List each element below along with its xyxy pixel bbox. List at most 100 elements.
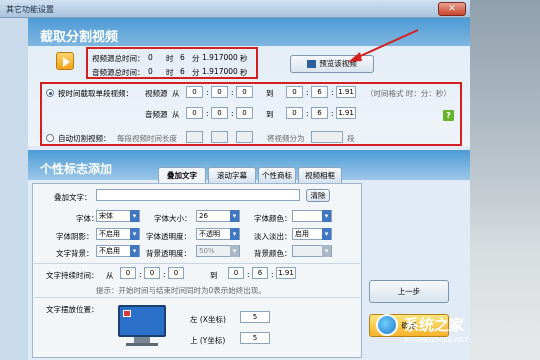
close-button[interactable]: ✕ (438, 2, 466, 16)
audio-total-minutes-unit: 分 (192, 68, 200, 77)
audio-to-label: 到 (266, 110, 274, 119)
position-label: 文字摆放位置： (46, 305, 99, 314)
top-coord-input[interactable]: 5 (240, 332, 270, 344)
logo-header: 个性标志添加 (40, 162, 113, 176)
overlay-text-input[interactable] (96, 189, 300, 201)
top-coord-label: 上 (Y坐标) (190, 336, 226, 345)
font-size-select[interactable]: 26 (196, 210, 240, 222)
duration-from-second[interactable]: 0 (168, 267, 184, 279)
film-icon (307, 60, 317, 68)
desktop-background-right (470, 0, 540, 360)
fade-select[interactable]: 启用 (292, 228, 332, 240)
video-total-seconds-unit: 秒 (240, 54, 248, 63)
window-title: 其它功能设置 (6, 5, 54, 14)
watermark-logo-icon (376, 314, 398, 336)
duration-label: 文字持续时间： (46, 271, 99, 280)
split-count-unit: 段 (347, 134, 355, 143)
video-from-second[interactable]: 0 (236, 86, 253, 98)
video-to-minute[interactable]: 6 (311, 86, 328, 98)
duration-to-second[interactable]: 1.91 (276, 267, 296, 279)
font-color-picker[interactable] (292, 210, 332, 222)
split-count-label: 将视频分为 (267, 134, 305, 143)
bg-label: 文字背景： (56, 249, 94, 258)
bg-color-picker[interactable] (292, 245, 332, 257)
audio-total-hours: 0 (148, 67, 153, 76)
audio-total-seconds: 1.917000 (202, 67, 238, 76)
audio-total-seconds-unit: 秒 (240, 68, 248, 77)
tab-overlay-text[interactable]: 叠加文字 (158, 167, 206, 183)
left-coord-input[interactable]: 5 (240, 311, 270, 323)
text-position-marker (123, 310, 131, 317)
video-total-minutes-unit: 分 (192, 54, 200, 63)
split-header: 截取分割视频 (40, 30, 119, 45)
video-total-hours-unit: 时 (166, 54, 174, 63)
clear-button[interactable]: 清除 (306, 189, 330, 202)
tab-custom-logo[interactable]: 个性商标 (258, 167, 296, 183)
duration-from-hour[interactable]: 0 (120, 267, 136, 279)
video-total-seconds: 1.917000 (202, 53, 238, 62)
overlay-text-label: 叠加文字： (54, 193, 92, 202)
bg-opacity-label: 背景透明度： (146, 249, 191, 258)
mode-time-label: 按时间截取单段视频： (58, 89, 133, 98)
video-to-hour[interactable]: 0 (286, 86, 303, 98)
audio-total-hours-unit: 时 (166, 68, 174, 77)
bg-color-label: 背景颜色： (254, 249, 292, 258)
segment-length-minute[interactable] (211, 131, 228, 143)
audio-from-label: 从 (172, 110, 180, 119)
font-color-label: 字体颜色： (254, 214, 292, 223)
duration-from-minute[interactable]: 0 (144, 267, 160, 279)
duration-to-hour[interactable]: 0 (228, 267, 244, 279)
video-total-minutes: 6 (180, 53, 185, 62)
video-from-minute[interactable]: 0 (211, 86, 228, 98)
left-coord-label: 左 (X坐标) (190, 315, 226, 324)
watermark-url: XITONGZHIJIA.NET (404, 336, 469, 344)
opacity-label: 字体透明度： (146, 232, 191, 241)
watermark: 系统之家 XITONGZHIJIA.NET (376, 312, 526, 352)
watermark-brand: 系统之家 (404, 316, 465, 334)
annotation-arrow (348, 29, 419, 62)
audio-to-minute[interactable]: 6 (311, 107, 328, 119)
video-from-label: 从 (172, 89, 180, 98)
audio-to-second[interactable]: 1.91 (336, 107, 356, 119)
mode-auto-label: 自动切割视频： (58, 134, 111, 143)
duration-to-minute[interactable]: 6 (252, 267, 268, 279)
video-to-second[interactable]: 1.91 (336, 86, 356, 98)
time-format-hint: （时间格式 时：分：秒） (366, 89, 451, 98)
audio-to-hour[interactable]: 0 (286, 107, 303, 119)
audio-from-minute[interactable]: 0 (211, 107, 228, 119)
bg-opacity-select[interactable]: 50% (196, 245, 240, 257)
segment-length-second[interactable] (236, 131, 253, 143)
fade-label: 淡入淡出： (254, 232, 292, 241)
opacity-select[interactable]: 不透明 (196, 228, 240, 240)
audio-from-second[interactable]: 0 (236, 107, 253, 119)
monitor-icon (118, 305, 166, 337)
audio-total-minutes: 6 (180, 67, 185, 76)
title-bar: 其它功能设置 ✕ (0, 0, 470, 18)
duration-from-label: 从 (106, 271, 114, 280)
mode-time-radio[interactable] (46, 89, 54, 97)
shadow-label: 字体阴影： (56, 232, 94, 241)
audio-from-hour[interactable]: 0 (186, 107, 203, 119)
split-count-input[interactable] (311, 131, 343, 143)
video-to-label: 到 (266, 89, 274, 98)
video-total-hours: 0 (148, 53, 153, 62)
segment-length-hour[interactable] (186, 131, 203, 143)
video-from-hour[interactable]: 0 (186, 86, 203, 98)
video-total-label: 视频源总时间： (92, 54, 145, 63)
video-src-label: 视频源 (145, 89, 168, 98)
position-preview[interactable] (118, 305, 166, 347)
audio-total-label: 音频源总时间： (92, 68, 145, 77)
shadow-select[interactable]: 不启用 (96, 228, 140, 240)
font-select[interactable]: 宋体 (96, 210, 140, 222)
prev-step-button[interactable]: 上一步 (369, 280, 449, 303)
segment-length-label: 每段视频时间长度 (117, 134, 177, 143)
tab-video-frame[interactable]: 视频相框 (298, 167, 342, 183)
font-size-label: 字体大小： (154, 214, 192, 223)
tab-scrolling-subtitle[interactable]: 滚动字幕 (208, 167, 256, 183)
movie-icon (56, 52, 74, 70)
audio-src-label: 音频源 (145, 110, 168, 119)
duration-to-label: 到 (210, 271, 218, 280)
mode-auto-radio[interactable] (46, 134, 54, 142)
help-icon[interactable]: ? (443, 110, 454, 121)
bg-select[interactable]: 不启用 (96, 245, 140, 257)
